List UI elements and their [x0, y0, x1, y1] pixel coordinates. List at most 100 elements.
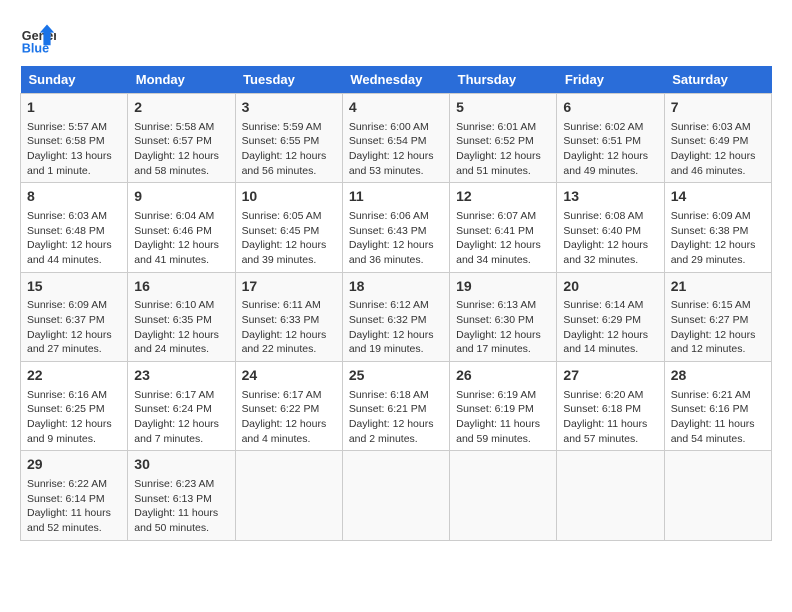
day-number: 28 — [671, 366, 765, 386]
day-number: 1 — [27, 98, 121, 118]
calendar-day-cell: 14Sunrise: 6:09 AM Sunset: 6:38 PM Dayli… — [664, 183, 771, 272]
day-number: 10 — [242, 187, 336, 207]
calendar-day-cell: 25Sunrise: 6:18 AM Sunset: 6:21 PM Dayli… — [342, 362, 449, 451]
day-number: 9 — [134, 187, 228, 207]
calendar-day-cell: 18Sunrise: 6:12 AM Sunset: 6:32 PM Dayli… — [342, 272, 449, 361]
day-info: Sunrise: 6:05 AM Sunset: 6:45 PM Dayligh… — [242, 209, 336, 268]
day-info: Sunrise: 6:17 AM Sunset: 6:22 PM Dayligh… — [242, 388, 336, 447]
calendar-day-cell: 7Sunrise: 6:03 AM Sunset: 6:49 PM Daylig… — [664, 94, 771, 183]
calendar-day-cell: 2Sunrise: 5:58 AM Sunset: 6:57 PM Daylig… — [128, 94, 235, 183]
calendar-day-cell: 27Sunrise: 6:20 AM Sunset: 6:18 PM Dayli… — [557, 362, 664, 451]
day-info: Sunrise: 5:59 AM Sunset: 6:55 PM Dayligh… — [242, 120, 336, 179]
calendar-week-row: 29Sunrise: 6:22 AM Sunset: 6:14 PM Dayli… — [21, 451, 772, 540]
calendar-day-cell — [235, 451, 342, 540]
day-info: Sunrise: 6:12 AM Sunset: 6:32 PM Dayligh… — [349, 298, 443, 357]
day-info: Sunrise: 6:11 AM Sunset: 6:33 PM Dayligh… — [242, 298, 336, 357]
day-number: 5 — [456, 98, 550, 118]
calendar-day-cell: 5Sunrise: 6:01 AM Sunset: 6:52 PM Daylig… — [450, 94, 557, 183]
calendar-day-cell — [342, 451, 449, 540]
day-number: 12 — [456, 187, 550, 207]
page-header: General Blue — [20, 20, 772, 56]
day-info: Sunrise: 6:21 AM Sunset: 6:16 PM Dayligh… — [671, 388, 765, 447]
day-info: Sunrise: 6:01 AM Sunset: 6:52 PM Dayligh… — [456, 120, 550, 179]
day-number: 16 — [134, 277, 228, 297]
day-number: 3 — [242, 98, 336, 118]
day-number: 20 — [563, 277, 657, 297]
day-info: Sunrise: 6:10 AM Sunset: 6:35 PM Dayligh… — [134, 298, 228, 357]
calendar-day-cell: 19Sunrise: 6:13 AM Sunset: 6:30 PM Dayli… — [450, 272, 557, 361]
calendar-day-cell — [450, 451, 557, 540]
weekday-header: Thursday — [450, 66, 557, 94]
day-info: Sunrise: 6:19 AM Sunset: 6:19 PM Dayligh… — [456, 388, 550, 447]
day-info: Sunrise: 6:03 AM Sunset: 6:49 PM Dayligh… — [671, 120, 765, 179]
day-number: 18 — [349, 277, 443, 297]
day-number: 17 — [242, 277, 336, 297]
day-info: Sunrise: 6:13 AM Sunset: 6:30 PM Dayligh… — [456, 298, 550, 357]
day-info: Sunrise: 6:06 AM Sunset: 6:43 PM Dayligh… — [349, 209, 443, 268]
day-info: Sunrise: 6:04 AM Sunset: 6:46 PM Dayligh… — [134, 209, 228, 268]
day-info: Sunrise: 6:07 AM Sunset: 6:41 PM Dayligh… — [456, 209, 550, 268]
calendar-week-row: 15Sunrise: 6:09 AM Sunset: 6:37 PM Dayli… — [21, 272, 772, 361]
calendar-table: SundayMondayTuesdayWednesdayThursdayFrid… — [20, 66, 772, 541]
weekday-header: Tuesday — [235, 66, 342, 94]
day-info: Sunrise: 6:09 AM Sunset: 6:38 PM Dayligh… — [671, 209, 765, 268]
day-number: 15 — [27, 277, 121, 297]
calendar-day-cell: 9Sunrise: 6:04 AM Sunset: 6:46 PM Daylig… — [128, 183, 235, 272]
day-number: 30 — [134, 455, 228, 475]
day-info: Sunrise: 6:00 AM Sunset: 6:54 PM Dayligh… — [349, 120, 443, 179]
day-number: 8 — [27, 187, 121, 207]
weekday-header: Friday — [557, 66, 664, 94]
day-number: 2 — [134, 98, 228, 118]
calendar-day-cell — [557, 451, 664, 540]
weekday-header: Wednesday — [342, 66, 449, 94]
calendar-day-cell: 15Sunrise: 6:09 AM Sunset: 6:37 PM Dayli… — [21, 272, 128, 361]
day-number: 27 — [563, 366, 657, 386]
day-number: 22 — [27, 366, 121, 386]
day-info: Sunrise: 6:03 AM Sunset: 6:48 PM Dayligh… — [27, 209, 121, 268]
calendar-day-cell: 26Sunrise: 6:19 AM Sunset: 6:19 PM Dayli… — [450, 362, 557, 451]
day-info: Sunrise: 6:16 AM Sunset: 6:25 PM Dayligh… — [27, 388, 121, 447]
calendar-day-cell: 28Sunrise: 6:21 AM Sunset: 6:16 PM Dayli… — [664, 362, 771, 451]
calendar-day-cell: 4Sunrise: 6:00 AM Sunset: 6:54 PM Daylig… — [342, 94, 449, 183]
weekday-header: Saturday — [664, 66, 771, 94]
calendar-day-cell: 24Sunrise: 6:17 AM Sunset: 6:22 PM Dayli… — [235, 362, 342, 451]
calendar-day-cell: 30Sunrise: 6:23 AM Sunset: 6:13 PM Dayli… — [128, 451, 235, 540]
calendar-day-cell: 23Sunrise: 6:17 AM Sunset: 6:24 PM Dayli… — [128, 362, 235, 451]
weekday-header: Sunday — [21, 66, 128, 94]
calendar-header: SundayMondayTuesdayWednesdayThursdayFrid… — [21, 66, 772, 94]
day-info: Sunrise: 6:02 AM Sunset: 6:51 PM Dayligh… — [563, 120, 657, 179]
calendar-body: 1Sunrise: 5:57 AM Sunset: 6:58 PM Daylig… — [21, 94, 772, 541]
calendar-day-cell: 17Sunrise: 6:11 AM Sunset: 6:33 PM Dayli… — [235, 272, 342, 361]
calendar-day-cell: 13Sunrise: 6:08 AM Sunset: 6:40 PM Dayli… — [557, 183, 664, 272]
calendar-day-cell: 16Sunrise: 6:10 AM Sunset: 6:35 PM Dayli… — [128, 272, 235, 361]
day-number: 6 — [563, 98, 657, 118]
day-info: Sunrise: 6:18 AM Sunset: 6:21 PM Dayligh… — [349, 388, 443, 447]
day-info: Sunrise: 6:15 AM Sunset: 6:27 PM Dayligh… — [671, 298, 765, 357]
day-number: 25 — [349, 366, 443, 386]
day-info: Sunrise: 5:58 AM Sunset: 6:57 PM Dayligh… — [134, 120, 228, 179]
day-info: Sunrise: 6:17 AM Sunset: 6:24 PM Dayligh… — [134, 388, 228, 447]
day-number: 13 — [563, 187, 657, 207]
calendar-day-cell: 8Sunrise: 6:03 AM Sunset: 6:48 PM Daylig… — [21, 183, 128, 272]
calendar-day-cell: 6Sunrise: 6:02 AM Sunset: 6:51 PM Daylig… — [557, 94, 664, 183]
logo-icon: General Blue — [20, 20, 56, 56]
calendar-day-cell: 12Sunrise: 6:07 AM Sunset: 6:41 PM Dayli… — [450, 183, 557, 272]
calendar-day-cell: 3Sunrise: 5:59 AM Sunset: 6:55 PM Daylig… — [235, 94, 342, 183]
day-number: 26 — [456, 366, 550, 386]
calendar-day-cell: 29Sunrise: 6:22 AM Sunset: 6:14 PM Dayli… — [21, 451, 128, 540]
day-number: 11 — [349, 187, 443, 207]
calendar-week-row: 1Sunrise: 5:57 AM Sunset: 6:58 PM Daylig… — [21, 94, 772, 183]
calendar-day-cell: 20Sunrise: 6:14 AM Sunset: 6:29 PM Dayli… — [557, 272, 664, 361]
day-info: Sunrise: 6:20 AM Sunset: 6:18 PM Dayligh… — [563, 388, 657, 447]
day-number: 4 — [349, 98, 443, 118]
day-number: 7 — [671, 98, 765, 118]
day-number: 21 — [671, 277, 765, 297]
day-info: Sunrise: 6:22 AM Sunset: 6:14 PM Dayligh… — [27, 477, 121, 536]
logo: General Blue — [20, 20, 56, 56]
day-number: 23 — [134, 366, 228, 386]
calendar-day-cell: 11Sunrise: 6:06 AM Sunset: 6:43 PM Dayli… — [342, 183, 449, 272]
calendar-day-cell: 10Sunrise: 6:05 AM Sunset: 6:45 PM Dayli… — [235, 183, 342, 272]
calendar-week-row: 22Sunrise: 6:16 AM Sunset: 6:25 PM Dayli… — [21, 362, 772, 451]
calendar-day-cell: 21Sunrise: 6:15 AM Sunset: 6:27 PM Dayli… — [664, 272, 771, 361]
day-number: 24 — [242, 366, 336, 386]
